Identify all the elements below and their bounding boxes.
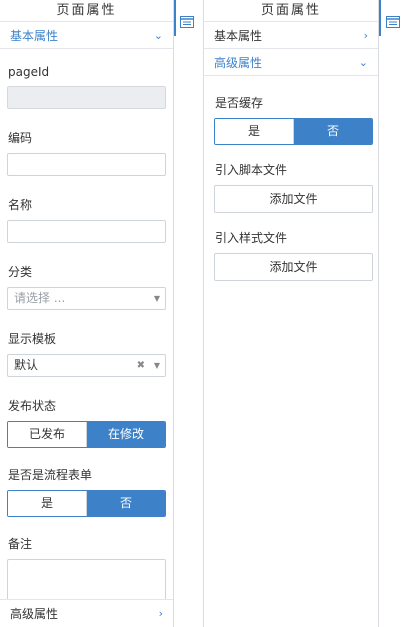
cache-label: 是否缓存	[215, 96, 264, 110]
chevron-right-icon: ›	[158, 607, 163, 620]
dropdown-arrow-icon: ▼	[153, 294, 160, 303]
remark-label: 备注	[8, 537, 33, 551]
chevron-right-icon: ›	[363, 28, 368, 42]
basic-section-label: 基本属性	[214, 28, 263, 43]
basic-section-header[interactable]: 基本属性 ⌄	[0, 22, 173, 49]
clear-icon[interactable]: ✖	[137, 355, 145, 376]
advanced-section-header[interactable]: 高级属性 ⌄	[204, 49, 378, 76]
flow-form-toggle: 是 否	[7, 490, 166, 517]
category-label: 分类	[8, 265, 33, 279]
right-side-strip	[379, 0, 407, 627]
flow-option-no[interactable]: 否	[87, 491, 165, 516]
template-label: 显示模板	[8, 332, 57, 346]
category-placeholder: 请选择 ...	[14, 291, 66, 305]
basic-section-label: 基本属性	[10, 28, 59, 43]
left-side-strip	[174, 0, 203, 627]
template-select[interactable]: 默认 ✖ ▼	[7, 354, 166, 377]
advanced-section-label: 高级属性	[10, 607, 59, 621]
code-label: 编码	[8, 131, 33, 145]
publish-option-published[interactable]: 已发布	[8, 422, 87, 447]
flow-option-yes[interactable]: 是	[8, 491, 87, 516]
chevron-down-icon: ⌄	[153, 28, 163, 42]
code-input[interactable]	[7, 153, 166, 176]
properties-panel-icon[interactable]	[386, 16, 400, 28]
script-label: 引入脚本文件	[215, 163, 288, 177]
cache-option-no[interactable]: 否	[294, 119, 372, 144]
name-label: 名称	[8, 198, 33, 212]
basic-section-header[interactable]: 基本属性 ›	[204, 22, 378, 49]
category-select[interactable]: 请选择 ... ▼	[7, 287, 166, 310]
left-properties-panel: 页面属性 基本属性 ⌄ pageId 编码 名称 分类 请选择 ... ▼ 显示…	[0, 0, 174, 627]
cache-toggle: 是 否	[214, 118, 373, 145]
right-properties-panel: 页面属性 基本属性 › 高级属性 ⌄ 是否缓存 是 否 引入脚本文件 添加文件 …	[203, 0, 379, 627]
page-id-input	[7, 86, 166, 109]
active-marker	[174, 0, 176, 36]
flow-form-label: 是否是流程表单	[8, 468, 93, 482]
panel-title: 页面属性	[0, 0, 173, 22]
advanced-section-header[interactable]: 高级属性 ›	[0, 599, 173, 627]
active-marker	[379, 0, 381, 36]
publish-status-toggle: 已发布 在修改	[7, 421, 166, 448]
publish-status-label: 发布状态	[8, 399, 57, 413]
template-value: 默认	[14, 358, 39, 372]
page-id-label: pageId	[8, 65, 50, 79]
panel-title: 页面属性	[204, 0, 378, 22]
style-label: 引入样式文件	[215, 231, 288, 245]
advanced-section-label: 高级属性	[214, 55, 263, 70]
name-input[interactable]	[7, 220, 166, 243]
basic-form: pageId 编码 名称 分类 请选择 ... ▼ 显示模板 默认 ✖ ▼ 发布…	[0, 49, 173, 623]
advanced-form: 是否缓存 是 否 引入脚本文件 添加文件 引入样式文件 添加文件	[204, 76, 378, 281]
cache-option-yes[interactable]: 是	[215, 119, 294, 144]
properties-panel-icon[interactable]	[180, 16, 194, 28]
dropdown-arrow-icon: ▼	[153, 361, 160, 370]
chevron-down-icon: ⌄	[358, 55, 368, 69]
publish-option-editing[interactable]: 在修改	[87, 422, 165, 447]
add-script-button[interactable]: 添加文件	[214, 185, 373, 213]
add-style-button[interactable]: 添加文件	[214, 253, 373, 281]
